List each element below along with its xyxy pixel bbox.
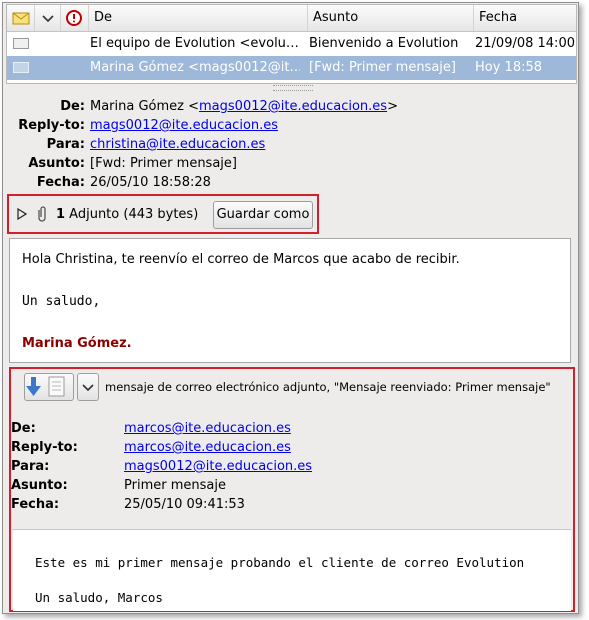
subject-column-header[interactable]: Asunto — [308, 5, 474, 31]
fwd-body-line2: Un saludo, Marcos — [35, 590, 163, 605]
row-date: Hoy 18:58 — [475, 60, 543, 75]
message-headers: De: Marina Gómez <mags0012@ite.educacion… — [3, 99, 578, 194]
fwd-subject-value: Primer mensaje — [124, 478, 226, 493]
fwd-replyto-label: Reply-to: — [11, 440, 78, 455]
flag-column-header[interactable] — [61, 5, 89, 31]
to-label: Para: — [46, 137, 85, 152]
to-email-link[interactable]: christina@ite.educacion.es — [90, 137, 265, 152]
message-body: Hola Christina, te reenvío el correo de … — [9, 238, 571, 363]
fwd-to-email-link[interactable]: mags0012@ite.educacion.es — [124, 459, 312, 474]
read-envelope-icon — [13, 62, 29, 73]
chevron-down-icon — [42, 15, 54, 23]
from-name: Marina Gómez < — [90, 99, 200, 114]
save-as-button[interactable]: Guardar como — [213, 201, 313, 229]
subject-label: Asunto: — [28, 156, 85, 171]
message-list-header: De Asunto Fecha — [7, 5, 576, 32]
row-date: 21/09/08 14:00 — [475, 36, 575, 51]
download-icon — [26, 376, 65, 397]
row-subject: [Fwd: Primer mensaje] — [309, 60, 456, 75]
attachment-summary: 1 Adjunto (443 bytes) — [56, 207, 198, 222]
subject-value: [Fwd: Primer mensaje] — [90, 156, 237, 171]
forwarded-message: mensaje de correo electrónico adjunto, "… — [9, 367, 575, 612]
message-list: De Asunto Fecha El equipo de Evolution <… — [6, 4, 577, 84]
fwd-to-label: Para: — [11, 459, 50, 474]
fwd-date-label: Fecha: — [11, 497, 60, 512]
important-icon — [66, 10, 82, 26]
chevron-down-icon — [82, 384, 94, 392]
save-attachment-button[interactable] — [24, 373, 74, 401]
mail-window: De Asunto Fecha El equipo de Evolution <… — [2, 2, 579, 614]
attachment-bar: 1 Adjunto (443 bytes) Guardar como — [7, 194, 319, 234]
expand-triangle-icon[interactable] — [17, 208, 27, 220]
fwd-from-email-link[interactable]: marcos@ite.educacion.es — [124, 421, 291, 436]
body-regards: Un saludo, — [22, 294, 101, 309]
fwd-subject-label: Asunto: — [11, 478, 68, 493]
body-greeting: Hola Christina, te reenvío el correo de … — [22, 252, 460, 267]
date-value: 26/05/10 18:58:28 — [90, 175, 211, 190]
fwd-replyto-email-link[interactable]: marcos@ite.educacion.es — [124, 440, 291, 455]
message-row[interactable]: El equipo de Evolution <evolu… Bienvenid… — [7, 32, 576, 56]
row-from: Marina Gómez <mags0012@it… — [90, 60, 300, 75]
date-column-header[interactable]: Fecha — [474, 5, 576, 31]
from-value: Marina Gómez <mags0012@ite.educacion.es> — [90, 99, 398, 114]
from-column-header[interactable]: De — [89, 5, 308, 31]
row-subject: Bienvenido a Evolution — [309, 36, 459, 51]
row-from: El equipo de Evolution <evolu… — [90, 36, 299, 51]
attachment-info: Adjunto (443 bytes) — [65, 207, 199, 222]
replyto-label: Reply-to: — [18, 118, 85, 133]
paperclip-icon — [38, 206, 46, 222]
replyto-email-link[interactable]: mags0012@ite.educacion.es — [90, 118, 278, 133]
fwd-body-line1: Este es mi primer mensaje probando el cl… — [35, 555, 525, 570]
attachment-description: mensaje de correo electrónico adjunto, "… — [105, 380, 551, 394]
from-end: > — [387, 99, 398, 114]
read-envelope-icon — [13, 38, 29, 49]
pane-resize-handle[interactable] — [273, 85, 313, 91]
attachment-column-header[interactable] — [35, 5, 61, 31]
attachment-menu-button[interactable] — [77, 373, 99, 401]
fwd-from-label: De: — [11, 421, 36, 436]
body-signature: Marina Gómez. — [22, 336, 132, 351]
envelope-status-icon — [12, 12, 30, 25]
from-label: De: — [60, 99, 85, 114]
from-email-link[interactable]: mags0012@ite.educacion.es — [199, 99, 387, 114]
attachment-count: 1 — [56, 207, 66, 222]
fwd-message-body: Este es mi primer mensaje probando el cl… — [13, 529, 571, 611]
status-column-header[interactable] — [7, 5, 35, 31]
date-label: Fecha: — [36, 175, 85, 190]
fwd-date-value: 25/05/10 09:41:53 — [124, 497, 245, 512]
message-row-selected[interactable]: Marina Gómez <mags0012@it… [Fwd: Primer … — [7, 56, 576, 80]
